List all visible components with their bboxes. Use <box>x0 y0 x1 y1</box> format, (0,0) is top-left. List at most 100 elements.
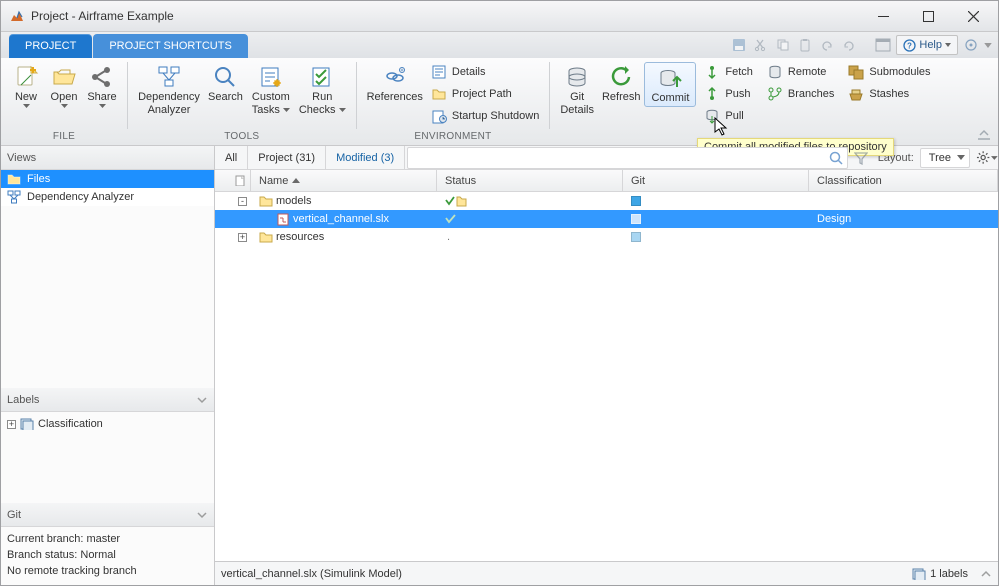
new-button[interactable]: New <box>7 62 45 110</box>
search-icon[interactable] <box>828 150 844 166</box>
window-title: Project - Airframe Example <box>31 9 174 23</box>
status-bar: vertical_channel.slx (Simulink Model) 1 … <box>215 561 998 585</box>
status-filename: vertical_channel.slx (Simulink Model) <box>221 568 402 580</box>
file-tree[interactable]: - models vertical_channel.slx Design + resour… <box>215 192 998 561</box>
row-name: models <box>276 195 311 207</box>
qat-save-icon[interactable] <box>730 36 748 54</box>
share-icon <box>89 64 115 90</box>
open-button[interactable]: Open <box>45 62 83 110</box>
qat-paste-icon[interactable] <box>796 36 814 54</box>
run-checks-button[interactable]: Run Checks <box>295 62 350 118</box>
tab-project-shortcuts[interactable]: PROJECT SHORTCUTS <box>93 34 247 58</box>
dependency-small-icon <box>7 190 21 204</box>
qat-undo-icon[interactable] <box>818 36 836 54</box>
views-pane-header[interactable]: Views <box>1 146 214 170</box>
stashes-button[interactable]: Stashes <box>844 84 934 104</box>
help-button[interactable]: ? Help <box>896 35 958 55</box>
submodules-button[interactable]: Submodules <box>844 62 934 82</box>
pull-button[interactable]: Pull <box>700 106 757 126</box>
layout-combo[interactable]: Tree <box>920 148 970 168</box>
folder-icon <box>431 86 447 102</box>
ribbon: New Open Share FILE <box>1 58 998 146</box>
table-row[interactable]: - models <box>215 192 998 210</box>
group-caption-tools: TOOLS <box>134 131 350 145</box>
settings-gear[interactable] <box>976 150 998 165</box>
expand-icon[interactable]: + <box>7 420 16 429</box>
column-classification[interactable]: Classification <box>809 170 998 191</box>
refresh-button[interactable]: Refresh <box>598 62 645 105</box>
submodules-icon <box>848 64 864 80</box>
column-git[interactable]: Git <box>623 170 809 191</box>
grid-header: Name Status Git Classification <box>215 170 998 192</box>
push-icon <box>704 86 720 102</box>
references-button[interactable]: References <box>363 62 427 105</box>
refresh-icon <box>608 64 634 90</box>
qat-redo-icon[interactable] <box>840 36 858 54</box>
search-button[interactable]: Search <box>204 62 247 105</box>
share-button[interactable]: Share <box>83 62 121 110</box>
label-icon <box>20 418 34 430</box>
git-details-button[interactable]: Git Details <box>556 62 598 118</box>
files-icon <box>7 172 21 186</box>
stashes-icon <box>848 86 864 102</box>
target-icon[interactable] <box>962 36 980 54</box>
svg-text:?: ? <box>907 41 912 50</box>
dependency-icon <box>156 64 182 90</box>
row-classification: Design <box>817 213 851 225</box>
label-classification[interactable]: + Classification <box>7 416 208 432</box>
column-status[interactable]: Status <box>437 170 623 191</box>
table-row[interactable]: vertical_channel.slx Design <box>215 210 998 228</box>
row-name: vertical_channel.slx <box>293 213 389 225</box>
view-files[interactable]: Files <box>1 170 214 188</box>
chevron-up-icon[interactable] <box>980 568 992 580</box>
new-icon <box>13 64 39 90</box>
title-bar: Project - Airframe Example <box>1 1 998 32</box>
search-input[interactable] <box>407 147 848 169</box>
git-pane-header[interactable]: Git <box>1 503 214 527</box>
app-logo-icon <box>9 8 25 24</box>
details-button[interactable]: Details <box>427 62 543 82</box>
label-icon <box>912 568 926 580</box>
tab-project[interactable]: PROJECT <box>9 34 92 58</box>
column-expand[interactable] <box>215 170 251 191</box>
fetch-icon <box>704 64 720 80</box>
filter-project[interactable]: Project (31) <box>248 146 326 169</box>
database-icon <box>564 64 590 90</box>
startup-shutdown-button[interactable]: Startup Shutdown <box>427 106 543 126</box>
column-name[interactable]: Name <box>251 170 437 191</box>
labels-pane-header[interactable]: Labels <box>1 388 214 412</box>
custom-tasks-button[interactable]: Custom Tasks <box>247 62 295 118</box>
branches-button[interactable]: Branches <box>763 84 838 104</box>
close-button[interactable] <box>951 2 996 31</box>
sort-asc-icon <box>292 177 300 185</box>
open-icon <box>51 64 77 90</box>
group-caption-file: FILE <box>7 131 121 145</box>
details-icon <box>431 64 447 80</box>
expand-icon[interactable]: + <box>238 233 247 242</box>
search-icon <box>212 64 238 90</box>
filter-modified[interactable]: Modified (3) <box>326 146 405 169</box>
expand-icon[interactable]: - <box>238 197 247 206</box>
filter-all[interactable]: All <box>215 146 248 169</box>
push-button[interactable]: Push <box>700 84 757 104</box>
qat-cut-icon[interactable] <box>752 36 770 54</box>
view-dependency-analyzer[interactable]: Dependency Analyzer <box>1 188 214 206</box>
project-file-area: All Project (31) Modified (3) Layout: Tr… <box>215 146 998 585</box>
search-field[interactable] <box>407 147 848 169</box>
fetch-button[interactable]: Fetch <box>700 62 757 82</box>
minimize-button[interactable] <box>861 2 906 31</box>
git-status-text: Current branch: master Branch status: No… <box>1 527 214 583</box>
qat-copy-icon[interactable] <box>774 36 792 54</box>
project-path-button[interactable]: Project Path <box>427 84 543 104</box>
table-row[interactable]: +resources. <box>215 228 998 246</box>
maximize-button[interactable] <box>906 2 951 31</box>
ribbon-collapse-icon[interactable] <box>976 125 992 141</box>
file-header-icon <box>235 175 246 186</box>
filter-button[interactable] <box>850 147 872 169</box>
commit-button[interactable]: Commit <box>644 62 696 107</box>
qat-window-icon[interactable] <box>874 36 892 54</box>
row-name: resources <box>276 231 324 243</box>
remote-button[interactable]: Remote <box>763 62 838 82</box>
dependency-analyzer-button[interactable]: Dependency Analyzer <box>134 62 204 118</box>
status-labels[interactable]: 1 labels <box>912 568 968 580</box>
